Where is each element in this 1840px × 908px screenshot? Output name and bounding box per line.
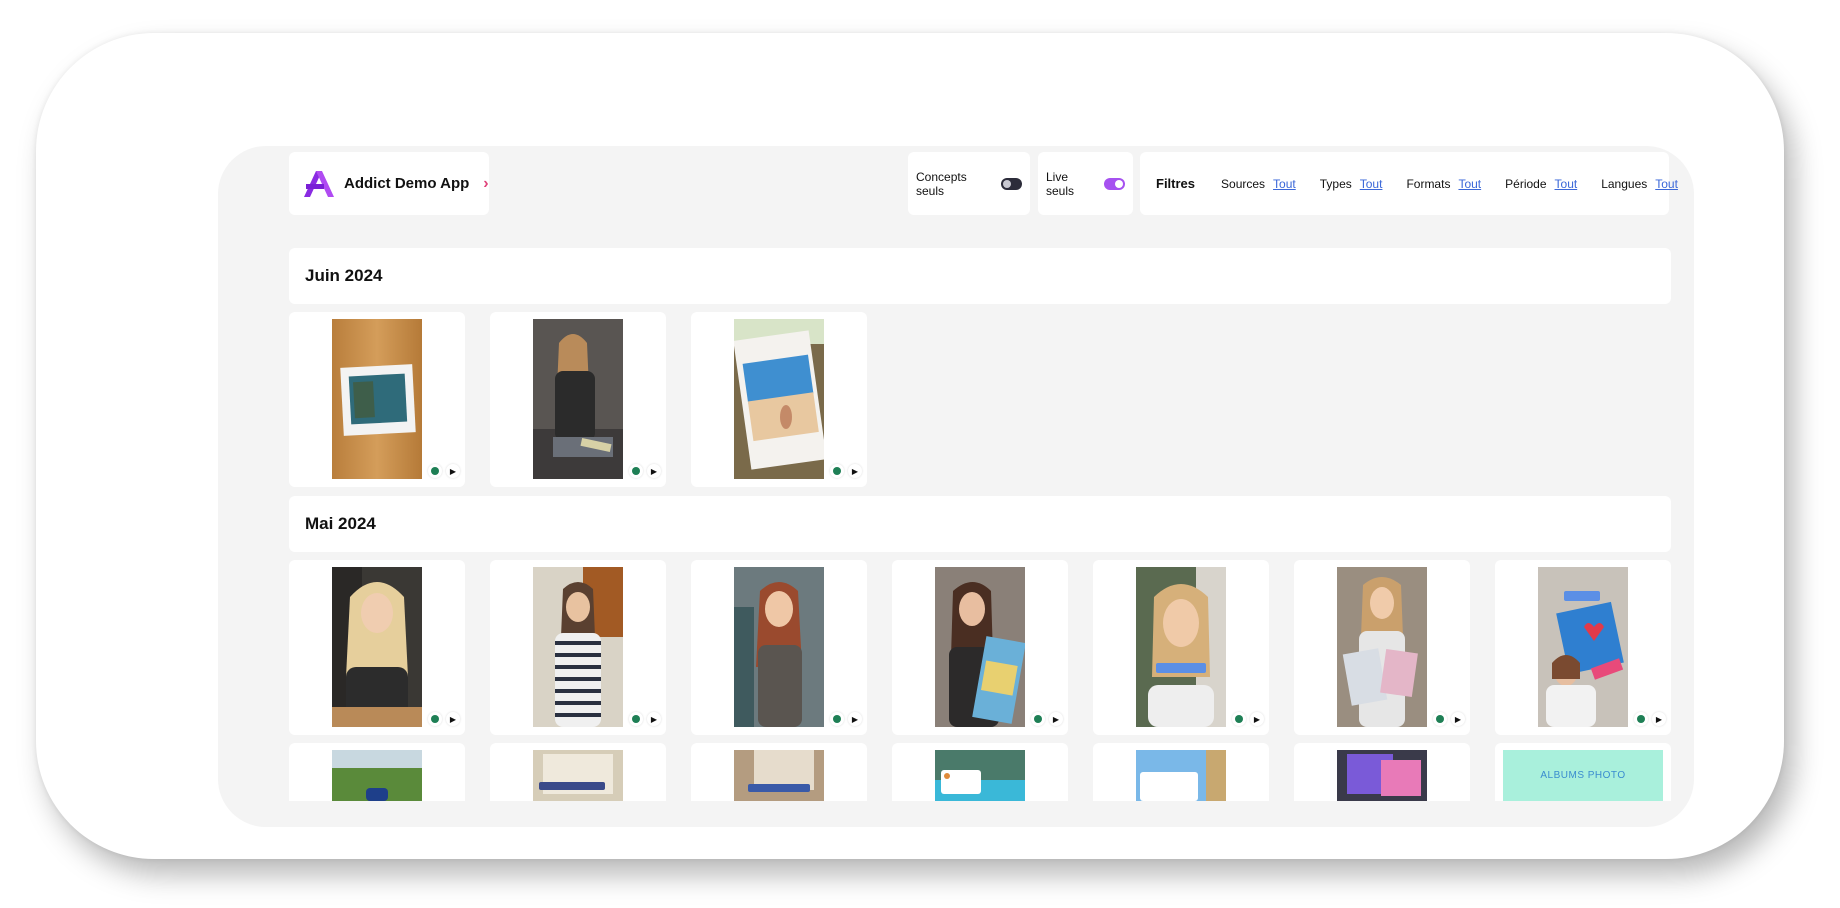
toggle-switch-on[interactable] (1104, 177, 1125, 190)
creative-tile[interactable] (1093, 743, 1269, 801)
filters-title: Filtres (1156, 176, 1196, 191)
section-header-mai-2024: Mai 2024 (289, 496, 1671, 552)
play-icon[interactable]: ▶ (1250, 712, 1264, 726)
creative-tile[interactable] (691, 743, 867, 801)
thumbnail-blonde-woman-smiling (332, 567, 422, 727)
device-frame: Addict Demo App › Concepts seuls Live se… (36, 33, 1784, 859)
filter-periode-link[interactable]: Tout (1555, 177, 1578, 191)
thumbnail-woman-reading-album (533, 319, 623, 479)
creative-tile[interactable]: ▶ (289, 312, 465, 487)
play-icon[interactable]: ▶ (1652, 712, 1666, 726)
play-icon[interactable]: ▶ (446, 464, 460, 478)
thumbnail-woman-red-hair (734, 567, 824, 727)
creative-tile[interactable]: ▶ (490, 560, 666, 735)
thumbnail-album-caption (533, 750, 623, 801)
creative-tile[interactable]: ▶ (892, 560, 1068, 735)
status-dot-icon (428, 712, 442, 726)
play-icon[interactable]: ▶ (1049, 712, 1063, 726)
thumbnail-photo-book-on-table (332, 319, 422, 479)
creative-tile[interactable]: ▶ (1294, 560, 1470, 735)
toggle-label: Live seuls (1046, 169, 1075, 198)
thumbnail-woman-holding-book (935, 567, 1025, 727)
status-dot-icon (1433, 712, 1447, 726)
thumbnail-pool-message (935, 750, 1025, 801)
play-icon[interactable]: ▶ (848, 712, 862, 726)
filter-sources: Sources Tout (1221, 176, 1296, 191)
toggle-live-seuls[interactable]: Live seuls (1038, 152, 1133, 215)
play-icon[interactable]: ▶ (647, 712, 661, 726)
filter-types: Types Tout (1319, 176, 1383, 191)
play-icon[interactable]: ▶ (848, 464, 862, 478)
creative-tile[interactable]: ▶ (1093, 560, 1269, 735)
creative-tile[interactable] (289, 743, 465, 801)
status-dot-icon (428, 464, 442, 478)
play-icon[interactable]: ▶ (647, 464, 661, 478)
creative-tile[interactable]: ALBUMS PHOTO (1495, 743, 1671, 801)
app-selector[interactable]: Addict Demo App › (289, 152, 489, 215)
status-dot-icon (1634, 712, 1648, 726)
play-icon[interactable]: ▶ (446, 712, 460, 726)
filter-formats-link[interactable]: Tout (1458, 177, 1481, 191)
creative-tile[interactable]: ▶ (691, 560, 867, 735)
section-header-juin-2024: Juin 2024 (289, 248, 1671, 304)
status-dot-icon (830, 464, 844, 478)
creative-tile[interactable] (490, 743, 666, 801)
play-icon[interactable]: ▶ (1451, 712, 1465, 726)
albums-photo-banner: ALBUMS PHOTO (1503, 750, 1663, 801)
status-dot-icon (629, 712, 643, 726)
filter-langues-link[interactable]: Tout (1655, 177, 1678, 191)
thumbnail-city-text (1136, 750, 1226, 801)
thumbnail-sunset-photos (1337, 750, 1427, 801)
filter-periode: Période Tout (1505, 176, 1578, 191)
filter-types-link[interactable]: Tout (1360, 177, 1383, 191)
filter-sources-link[interactable]: Tout (1273, 177, 1296, 191)
thumbnail-woman-showing-book (1538, 567, 1628, 727)
toggle-switch-off[interactable] (1001, 177, 1022, 190)
thumbnail-hands-album (734, 750, 824, 801)
toggle-concepts-seuls[interactable]: Concepts seuls (908, 152, 1030, 215)
app-name: Addict Demo App (344, 175, 470, 192)
chevron-right-icon[interactable]: › (483, 175, 488, 193)
toggle-label: Concepts seuls (916, 169, 967, 198)
status-dot-icon (1232, 712, 1246, 726)
creative-tile[interactable] (1294, 743, 1470, 801)
creative-tile[interactable]: ▶ (289, 560, 465, 735)
status-dot-icon (1031, 712, 1045, 726)
thumbnail-woman-photo-album (1337, 567, 1427, 727)
creative-tile[interactable]: ▶ (691, 312, 867, 487)
thumbnail-woman-striped-shirt (533, 567, 623, 727)
app-screen: Addict Demo App › Concepts seuls Live se… (218, 146, 1694, 827)
creative-tile[interactable] (892, 743, 1068, 801)
app-logo-icon (304, 170, 334, 197)
filter-langues: Langues Tout (1601, 176, 1678, 191)
status-dot-icon (830, 712, 844, 726)
filter-formats: Formats Tout (1406, 176, 1482, 191)
thumbnail-landscape (332, 750, 422, 801)
thumbnail-woman-surprised (1136, 567, 1226, 727)
creative-tile[interactable]: ▶ (490, 312, 666, 487)
creative-tile[interactable]: ▶ (1495, 560, 1671, 735)
thumbnail-beach-photo-book (734, 319, 824, 479)
filters-bar: Filtres Sources Tout Types Tout Formats Tou… (1140, 152, 1678, 215)
status-dot-icon (629, 464, 643, 478)
